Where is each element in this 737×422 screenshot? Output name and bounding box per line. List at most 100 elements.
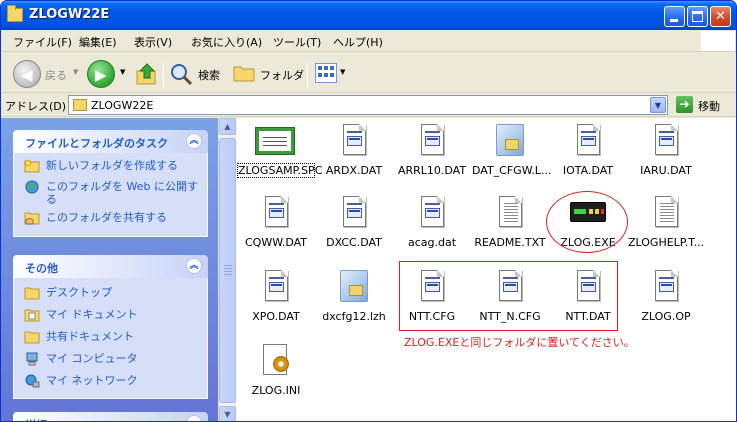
- place-label: デスクトップ: [46, 286, 112, 299]
- place-my-documents[interactable]: マイ ドキュメント: [24, 308, 201, 324]
- file-item[interactable]: XPO.DAT: [238, 270, 314, 323]
- place-label: マイ コンピュータ: [46, 352, 138, 365]
- views-icon[interactable]: [315, 63, 337, 83]
- task-link-label: このフォルダを Web に公開する: [46, 180, 198, 206]
- file-item[interactable]: CQWW.DAT: [238, 196, 314, 249]
- address-input[interactable]: ZLOGW22E ▼: [68, 95, 668, 115]
- menu-edit[interactable]: 編集(E): [79, 34, 117, 50]
- file-name: IOTA.DAT: [562, 164, 614, 177]
- task-publish-web[interactable]: このフォルダを Web に公開する: [24, 180, 201, 206]
- file-item[interactable]: README.TXT: [472, 196, 548, 249]
- close-button[interactable]: ✕: [710, 6, 731, 27]
- file-name: acag.dat: [407, 236, 457, 249]
- panel-header[interactable]: その他 ︽: [13, 255, 208, 278]
- go-label[interactable]: 移動: [698, 98, 720, 114]
- forward-dropdown-icon[interactable]: ▼: [120, 68, 125, 76]
- views-dropdown-icon[interactable]: ▼: [340, 68, 345, 76]
- back-dropdown-icon[interactable]: ▼: [73, 68, 78, 76]
- search-icon[interactable]: [169, 62, 193, 86]
- task-new-folder[interactable]: 新しいフォルダを作成する: [24, 159, 201, 175]
- folder-icon: [24, 331, 40, 344]
- forward-button[interactable]: ▶: [87, 60, 115, 88]
- menu-tools[interactable]: ツール(T): [273, 34, 321, 50]
- other-places-panel: その他 ︽ デスクトップ マイ ドキュメント 共有ドキュメント マイ コンピュー…: [13, 255, 208, 399]
- file-item[interactable]: IOTA.DAT: [550, 124, 626, 177]
- folder-icon: [73, 99, 87, 111]
- collapse-chevron-icon[interactable]: ︽: [186, 258, 202, 274]
- panel-body: デスクトップ マイ ドキュメント 共有ドキュメント マイ コンピュータ マイ ネ…: [13, 278, 208, 399]
- task-share-folder[interactable]: このフォルダを共有する: [24, 211, 201, 227]
- menu-favorites[interactable]: お気に入り(A): [191, 34, 262, 50]
- panel-title: ファイルとフォルダのタスク: [25, 137, 168, 150]
- scroll-thumb[interactable]: [219, 138, 236, 403]
- folders-icon[interactable]: [233, 64, 255, 82]
- file-item[interactable]: ZLOG.INI: [238, 344, 314, 397]
- scroll-up-button[interactable]: ▲: [219, 118, 236, 135]
- documents-folder-icon: [24, 309, 40, 322]
- text-file-icon: [650, 196, 682, 230]
- place-shared-documents[interactable]: 共有ドキュメント: [24, 330, 201, 346]
- title-bar[interactable]: ZLOGW22E ✕: [1, 1, 736, 30]
- back-arrow-icon: ◀: [21, 66, 33, 84]
- file-name: dxcfg12.lzh: [322, 310, 386, 323]
- address-value: ZLOGW22E: [91, 99, 154, 112]
- dat-file-icon: [260, 196, 292, 230]
- windows-logo-area: [701, 31, 735, 51]
- task-link-label: 新しいフォルダを作成する: [46, 159, 178, 172]
- file-name: XPO.DAT: [252, 310, 300, 323]
- ini-file-icon: [260, 344, 292, 378]
- maximize-icon: [692, 11, 703, 22]
- file-item[interactable]: ZLOGSAMP.SPC: [237, 124, 322, 178]
- views-grid-icon: [318, 66, 334, 77]
- panel-header[interactable]: ファイルとフォルダのタスク ︽: [13, 130, 208, 153]
- up-folder-icon[interactable]: [135, 62, 159, 86]
- panel-header[interactable]: 詳細 ︽: [13, 412, 208, 421]
- folder-icon: [24, 287, 40, 300]
- annotation-circle: [546, 191, 628, 253]
- details-panel: 詳細 ︽: [13, 412, 208, 421]
- maximize-button[interactable]: [687, 6, 708, 27]
- file-item[interactable]: ZLOGHELP.T...: [628, 196, 704, 249]
- address-dropdown-button[interactable]: ▼: [650, 97, 666, 113]
- panel-title: その他: [25, 262, 58, 275]
- annotation-box: [399, 261, 618, 331]
- expand-chevron-icon[interactable]: ︽: [186, 415, 202, 421]
- file-item[interactable]: ZLOG.OP: [628, 270, 704, 323]
- dat-file-icon: [338, 196, 370, 230]
- file-item[interactable]: ARDX.DAT: [316, 124, 392, 177]
- collapse-chevron-icon[interactable]: ︽: [186, 133, 202, 149]
- address-bar: アドレス(D) ZLOGW22E ▼ ➔ 移動: [1, 93, 736, 117]
- minimize-button[interactable]: [664, 6, 685, 27]
- search-label[interactable]: 検索: [198, 67, 220, 83]
- sample-file-icon: [255, 127, 295, 155]
- file-item[interactable]: acag.dat: [394, 196, 470, 249]
- folder-icon: [7, 5, 23, 22]
- file-item[interactable]: ARRL10.DAT: [394, 124, 470, 177]
- dat-file-icon: [650, 270, 682, 304]
- vertical-scrollbar[interactable]: ▲ ▼: [218, 118, 236, 421]
- sample-file-icon: [255, 124, 295, 158]
- back-button[interactable]: ◀: [13, 60, 41, 88]
- go-button[interactable]: ➔: [676, 96, 693, 113]
- back-label: 戻る: [45, 69, 67, 82]
- menu-bar: ファイル(F) 編集(E) 表示(V) お気に入り(A) ツール(T) ヘルプ(…: [1, 30, 736, 52]
- file-item[interactable]: IARU.DAT: [628, 124, 704, 177]
- annotation-text: ZLOG.EXEと同じフォルダに置いてください。: [404, 336, 635, 349]
- file-name: IARU.DAT: [640, 164, 692, 177]
- folders-label[interactable]: フォルダ: [260, 67, 304, 83]
- menu-help[interactable]: ヘルプ(H): [333, 34, 383, 50]
- place-desktop[interactable]: デスクトップ: [24, 286, 201, 302]
- place-my-network[interactable]: マイ ネットワーク: [24, 374, 201, 390]
- go-arrow-icon: ➔: [679, 97, 690, 111]
- file-item[interactable]: dxcfg12.lzh: [316, 270, 392, 323]
- address-label: アドレス(D): [5, 100, 67, 113]
- dat-file-icon: [260, 270, 292, 304]
- menu-file[interactable]: ファイル(F): [13, 34, 72, 50]
- file-item[interactable]: DAT_CFGW.L...: [472, 124, 551, 177]
- file-item[interactable]: DXCC.DAT: [316, 196, 392, 249]
- menu-view[interactable]: 表示(V): [134, 34, 172, 50]
- scroll-down-button[interactable]: ▼: [219, 406, 236, 421]
- window-title: ZLOGW22E: [29, 7, 110, 22]
- dat-file-icon: [416, 196, 448, 230]
- place-my-computer[interactable]: マイ コンピュータ: [24, 352, 201, 368]
